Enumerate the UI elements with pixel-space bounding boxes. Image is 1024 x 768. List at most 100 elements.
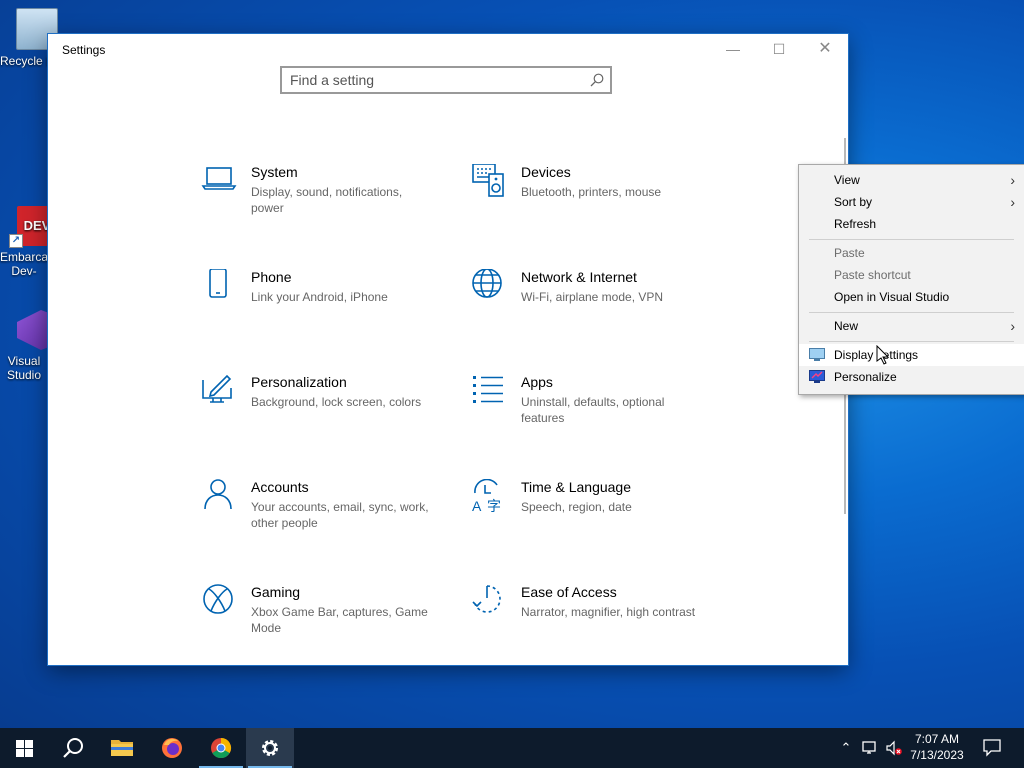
menu-item-open-in-visual-studio[interactable]: Open in Visual Studio: [799, 286, 1024, 308]
tile-description: Your accounts, email, sync, work, other …: [251, 500, 429, 530]
phone-icon: [209, 269, 227, 298]
title-bar[interactable]: Settings — ☐ ✕: [48, 34, 848, 66]
tile-title: Personalization: [251, 374, 347, 390]
taskbar-clock[interactable]: 7:07 AM 7/13/2023: [904, 731, 970, 763]
tile-title: Time & Language: [521, 479, 631, 495]
paint-monitor-icon: [202, 374, 232, 403]
menu-item-label: View: [834, 173, 860, 187]
chrome-button[interactable]: [197, 728, 245, 768]
time-language-icon: A字: [472, 479, 501, 514]
tile-phone[interactable]: Phone Link your Android, iPhone: [201, 269, 451, 349]
menu-item-new[interactable]: New ›: [799, 315, 1024, 337]
chevron-right-icon: ›: [1010, 172, 1015, 188]
tile-description: Wi-Fi, airplane mode, VPN: [521, 290, 664, 304]
desktop-icon-label: Recycle Bin: [0, 54, 48, 68]
menu-item-paste-shortcut[interactable]: Paste shortcut: [799, 264, 1024, 286]
settings-search-box[interactable]: [280, 66, 612, 94]
tile-title: Devices: [521, 164, 571, 180]
tile-title: Accounts: [251, 479, 309, 495]
tile-title: Gaming: [251, 584, 301, 600]
window-title: Settings: [62, 43, 106, 57]
desktop-context-menu: View › Sort by › Refresh Paste Paste sho…: [798, 164, 1024, 395]
menu-item-refresh[interactable]: Refresh: [799, 213, 1024, 235]
menu-item-view[interactable]: View ›: [799, 169, 1024, 191]
menu-item-sort-by[interactable]: Sort by ›: [799, 191, 1024, 213]
volume-muted-icon[interactable]: [886, 740, 902, 756]
maximize-button[interactable]: ☐: [756, 34, 802, 64]
tile-title: Network & Internet: [521, 269, 637, 285]
tile-description: Speech, region, date: [521, 500, 632, 514]
menu-item-label: Paste shortcut: [834, 268, 911, 282]
chevron-right-icon: ›: [1010, 318, 1015, 334]
tile-gaming[interactable]: Gaming Xbox Game Bar, captures, Game Mod…: [201, 584, 451, 664]
notifications-icon[interactable]: [983, 739, 1001, 757]
tile-title: System: [251, 164, 298, 180]
menu-separator: [809, 341, 1014, 342]
minimize-button[interactable]: —: [710, 34, 756, 64]
tile-description: Narrator, magnifier, high contrast: [521, 605, 696, 619]
tile-ease-of-access[interactable]: Ease of Access Narrator, magnifier, high…: [471, 584, 721, 664]
firefox-icon: [162, 738, 182, 758]
svg-text:字: 字: [487, 498, 501, 514]
chevron-up-icon[interactable]: ⌃: [838, 740, 854, 756]
settings-gear-icon: [262, 740, 278, 756]
globe-icon: [472, 269, 502, 298]
search-button[interactable]: [48, 728, 96, 768]
file-explorer-icon: [111, 740, 133, 756]
tile-title: Ease of Access: [521, 584, 617, 600]
desktop-icon-label: Embarcadero Dev-C++: [0, 250, 48, 278]
chevron-right-icon: ›: [1010, 194, 1015, 210]
chrome-icon: [211, 737, 232, 759]
close-button[interactable]: ✕: [802, 34, 848, 64]
tile-description: Display, sound, notifications, power: [251, 185, 403, 215]
laptop-icon: [201, 167, 237, 190]
display-icon: [809, 348, 825, 361]
menu-item-label: Personalize: [834, 370, 897, 384]
person-icon: [204, 479, 232, 510]
ease-of-access-icon: [472, 585, 501, 613]
keyboard-speaker-icon: [472, 164, 504, 197]
firefox-button[interactable]: [148, 728, 196, 768]
menu-item-display-settings[interactable]: Display settings: [799, 344, 1024, 366]
tile-network-internet[interactable]: Network & Internet Wi-Fi, airplane mode,…: [471, 269, 721, 349]
menu-item-label: Open in Visual Studio: [834, 290, 950, 304]
menu-item-label: Refresh: [834, 217, 877, 231]
desktop-icon-label: Visual Studio 2017: [6, 354, 42, 382]
tile-accounts[interactable]: Accounts Your accounts, email, sync, wor…: [201, 479, 451, 559]
personalize-icon: [809, 370, 825, 383]
clock-time: 7:07 AM: [914, 732, 960, 746]
shortcut-arrow-icon: ↗: [9, 234, 23, 248]
tile-devices[interactable]: Devices Bluetooth, printers, mouse: [471, 164, 721, 244]
tile-system[interactable]: System Display, sound, notifications, po…: [201, 164, 451, 244]
settings-taskbar-button[interactable]: [246, 728, 294, 768]
network-icon[interactable]: [862, 740, 878, 756]
tile-time-language[interactable]: A字 Time & Language Speech, region, date: [471, 479, 721, 559]
search-icon: [63, 738, 83, 758]
settings-window: Settings — ☐ ✕ System Display, sound, no…: [48, 34, 848, 665]
tile-description: Uninstall, defaults, optional features: [521, 395, 665, 425]
tile-personalization[interactable]: Personalization Background, lock screen,…: [201, 374, 451, 454]
xbox-icon: [203, 584, 233, 614]
apps-list-icon: [473, 376, 503, 403]
svg-text:A: A: [472, 498, 482, 514]
menu-separator: [809, 312, 1014, 313]
tile-apps[interactable]: Apps Uninstall, defaults, optional featu…: [471, 374, 721, 454]
tile-description: Link your Android, iPhone: [251, 290, 388, 304]
menu-item-label: Sort by: [834, 195, 873, 209]
tile-title: Phone: [251, 269, 292, 285]
tile-description: Background, lock screen, colors: [251, 395, 422, 409]
menu-item-label: Paste: [834, 246, 865, 260]
clock-date: 7/13/2023: [910, 748, 964, 762]
menu-item-label: New: [834, 319, 859, 333]
start-icon: [16, 740, 33, 757]
file-explorer-button[interactable]: [98, 728, 146, 768]
menu-item-paste[interactable]: Paste: [799, 242, 1024, 264]
tile-description: Bluetooth, printers, mouse: [521, 185, 662, 199]
mouse-cursor-icon: [876, 345, 890, 365]
tile-description: Xbox Game Bar, captures, Game Mode: [251, 605, 428, 635]
menu-item-personalize[interactable]: Personalize: [799, 366, 1024, 388]
tile-title: Apps: [521, 374, 553, 390]
search-input[interactable]: [282, 68, 580, 92]
start-button[interactable]: [0, 728, 48, 768]
taskbar: ⌃ 7:07 AM 7/13/2023: [0, 728, 1024, 768]
